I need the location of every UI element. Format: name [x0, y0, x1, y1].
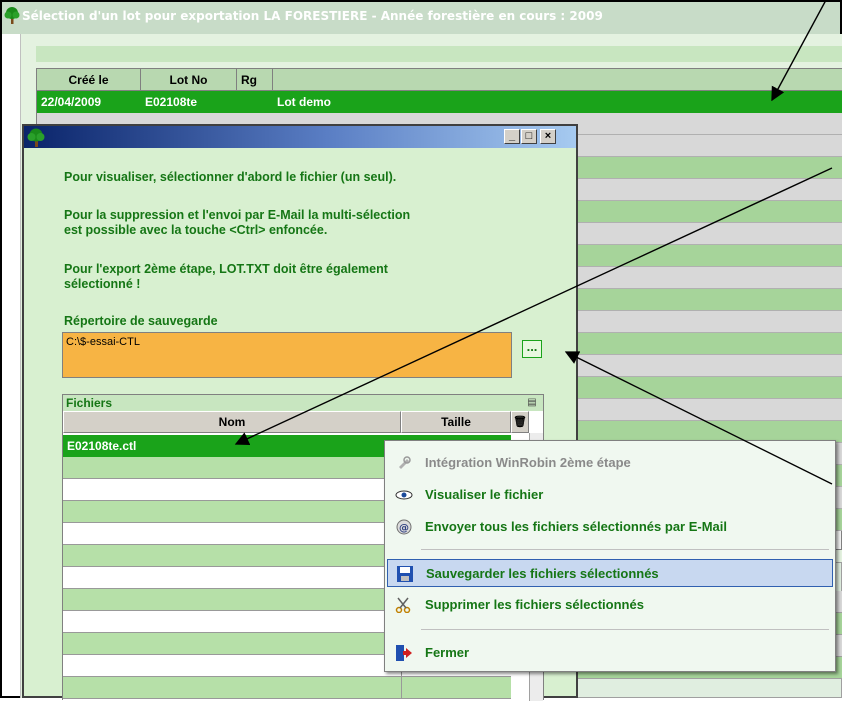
help-text-export: Pour l'export 2ème étape, LOT.TXT doit ê…	[64, 262, 388, 291]
context-menu: Intégration WinRobin 2ème étape Visualis…	[384, 440, 836, 672]
tree-logo-icon	[27, 128, 45, 147]
help-text-view: Pour visualiser, sélectionner d'abord le…	[64, 170, 397, 184]
menu-item-close[interactable]: Fermer	[387, 639, 833, 667]
menu-item-label: Visualiser le fichier	[425, 487, 544, 502]
svg-text:@: @	[399, 523, 409, 534]
menu-item-save-files[interactable]: Sauvegarder les fichiers sélectionnés	[387, 559, 833, 587]
dialog-titlebar[interactable]: _ □ ×	[24, 126, 576, 148]
menu-item-label: Envoyer tous les fichiers sélectionnés p…	[425, 519, 727, 534]
row-created-date: 22/04/2009	[41, 95, 102, 109]
eye-icon	[395, 490, 413, 500]
scissors-icon	[395, 597, 411, 613]
col-header-name[interactable]	[273, 69, 842, 91]
menu-item-view-file[interactable]: Visualiser le fichier	[387, 481, 833, 509]
backup-dir-label: Répertoire de sauvegarde	[64, 314, 218, 328]
menu-item-integration[interactable]: Intégration WinRobin 2ème étape	[387, 449, 833, 477]
col-header-created[interactable]: Créé le	[37, 69, 141, 91]
menu-item-label: Fermer	[425, 645, 470, 660]
backup-dir-field[interactable]: C:\$-essai-CTL	[62, 332, 512, 378]
browse-button[interactable]: ...	[522, 340, 542, 358]
files-caption: Fichiers	[63, 395, 543, 411]
menu-item-label: Sauvegarder les fichiers sélectionnés	[426, 566, 659, 581]
menu-separator	[421, 629, 829, 630]
col-header-name[interactable]: Nom	[63, 411, 401, 433]
window-title: Sélection d'un lot pour exportation LA F…	[22, 9, 603, 23]
tree-logo-icon	[4, 7, 20, 24]
save-icon	[397, 566, 413, 582]
menu-item-label: Supprimer les fichiers sélectionnés	[425, 597, 644, 612]
top-strip	[36, 46, 842, 62]
menu-item-send-email[interactable]: @ Envoyer tous les fichiers sélectionnés…	[387, 513, 833, 541]
close-button[interactable]: ×	[540, 129, 556, 144]
menu-separator	[421, 549, 829, 550]
table-row[interactable]	[63, 677, 511, 699]
gear-icon	[399, 456, 411, 469]
col-header-lot-no[interactable]: Lot No	[141, 69, 237, 91]
trash-icon[interactable]: 🗑	[511, 411, 529, 433]
maximize-button[interactable]: □	[521, 129, 537, 144]
col-header-rg[interactable]: Rg	[237, 69, 273, 91]
selected-lot-row[interactable]: 22/04/2009 E02108te Lot demo	[37, 91, 842, 113]
column-chooser-icon[interactable]: ▤	[525, 396, 539, 410]
help-text-multiselect: Pour la suppression et l'envoi par E-Mai…	[64, 208, 411, 237]
menu-item-delete-files[interactable]: Supprimer les fichiers sélectionnés	[387, 591, 833, 619]
row-lot-name: Lot demo	[277, 95, 331, 109]
menu-item-label: Intégration WinRobin 2ème étape	[425, 455, 631, 470]
row-lot-no: E02108te	[145, 95, 198, 109]
minimize-button[interactable]: _	[504, 129, 520, 144]
email-icon: @	[396, 519, 412, 535]
exit-icon	[396, 645, 412, 661]
col-header-size[interactable]: Taille	[401, 411, 511, 433]
